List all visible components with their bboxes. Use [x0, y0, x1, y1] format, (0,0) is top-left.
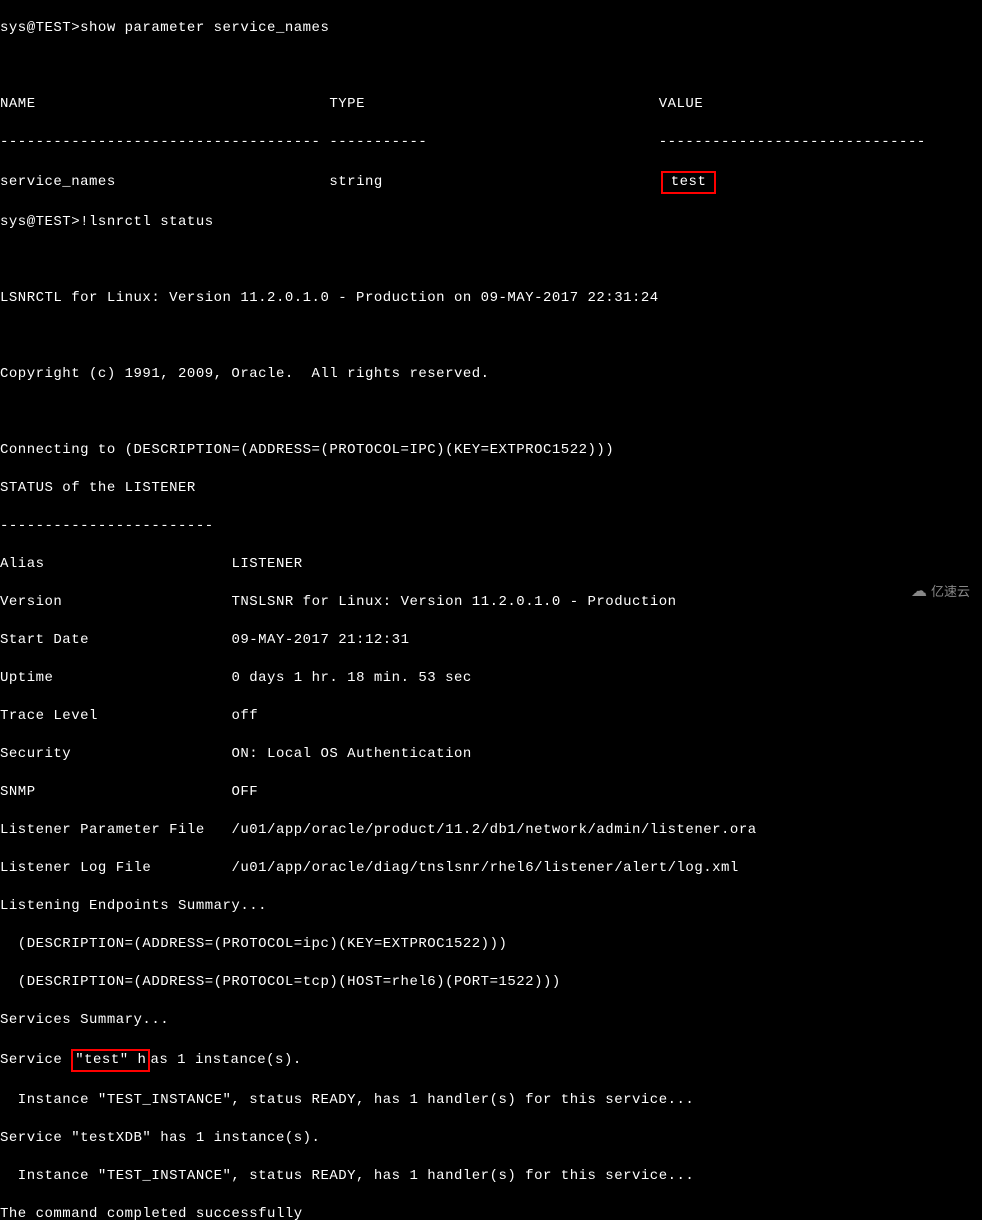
watermark: ☁ 亿速云: [911, 583, 970, 602]
table-header: NAME TYPE VALUE: [0, 95, 982, 114]
blank-line: [0, 57, 982, 76]
table-dashes: ------------------------------------ ---…: [0, 133, 982, 152]
blank-line: [0, 251, 982, 270]
instance-1: Instance "TEST_INSTANCE", status READY, …: [0, 1091, 982, 1110]
endpoint-2: (DESCRIPTION=(ADDRESS=(PROTOCOL=tcp)(HOS…: [0, 973, 982, 992]
watermark-text: 亿速云: [931, 583, 970, 602]
service-1: Service "test" has 1 instance(s).: [0, 1049, 982, 1072]
param-file-row: Listener Parameter File /u01/app/oracle/…: [0, 821, 982, 840]
copyright-line: Copyright (c) 1991, 2009, Oracle. All ri…: [0, 365, 982, 384]
highlighted-service: "test" h: [71, 1049, 150, 1072]
terminal-output: sys@TEST>show parameter service_names NA…: [0, 0, 982, 1220]
param-row: service_names string test: [0, 171, 982, 194]
uptime-row: Uptime 0 days 1 hr. 18 min. 53 sec: [0, 669, 982, 688]
completed-line: The command completed successfully: [0, 1205, 982, 1220]
services-summary: Services Summary...: [0, 1011, 982, 1030]
alias-row: Alias LISTENER: [0, 555, 982, 574]
command-line-2: sys@TEST>!lsnrctl status: [0, 213, 982, 232]
instance-2: Instance "TEST_INSTANCE", status READY, …: [0, 1167, 982, 1186]
cloud-icon: ☁: [911, 583, 927, 602]
connecting-line: Connecting to (DESCRIPTION=(ADDRESS=(PRO…: [0, 441, 982, 460]
blank-line: [0, 403, 982, 422]
highlighted-value: test: [661, 171, 717, 194]
start-date-row: Start Date 09-MAY-2017 21:12:31: [0, 631, 982, 650]
endpoints-summary: Listening Endpoints Summary...: [0, 897, 982, 916]
security-row: Security ON: Local OS Authentication: [0, 745, 982, 764]
log-file-row: Listener Log File /u01/app/oracle/diag/t…: [0, 859, 982, 878]
blank-line: [0, 327, 982, 346]
trace-row: Trace Level off: [0, 707, 982, 726]
status-dashes: ------------------------: [0, 517, 982, 536]
service-2: Service "testXDB" has 1 instance(s).: [0, 1129, 982, 1148]
status-header: STATUS of the LISTENER: [0, 479, 982, 498]
snmp-row: SNMP OFF: [0, 783, 982, 802]
command-line-1: sys@TEST>show parameter service_names: [0, 19, 982, 38]
lsnrctl-header: LSNRCTL for Linux: Version 11.2.0.1.0 - …: [0, 289, 982, 308]
endpoint-1: (DESCRIPTION=(ADDRESS=(PROTOCOL=ipc)(KEY…: [0, 935, 982, 954]
version-row: Version TNSLSNR for Linux: Version 11.2.…: [0, 593, 982, 612]
